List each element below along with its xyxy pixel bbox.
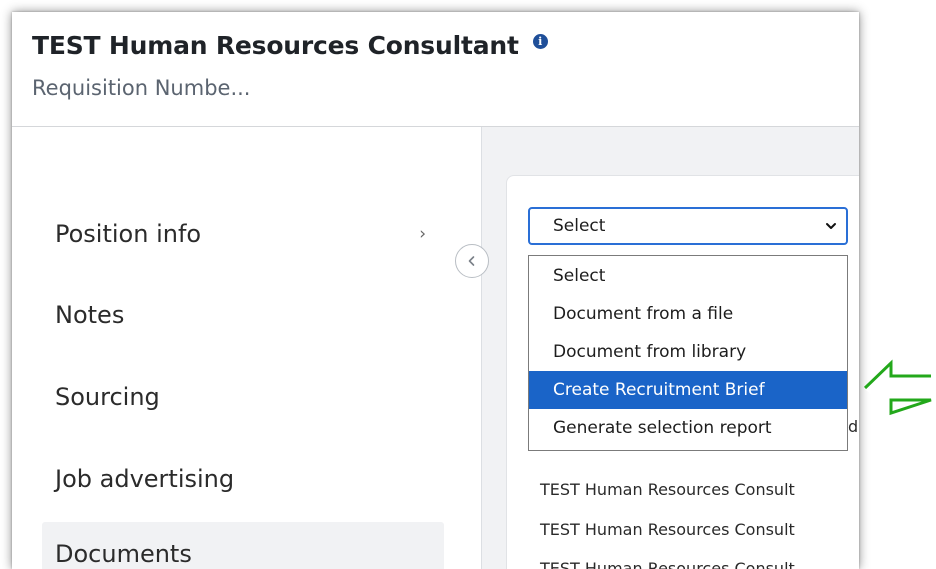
main-panel: Select Select Document from a file Docum… — [482, 127, 859, 569]
document-type-select[interactable]: Select — [528, 207, 848, 245]
document-list-item[interactable]: TEST Human Resources Consult — [540, 520, 795, 539]
collapse-sidebar-button[interactable] — [455, 244, 489, 278]
select-value: Select — [553, 216, 606, 236]
page-header: TEST Human Resources Consultant i Requis… — [12, 12, 859, 127]
sidebar-item-sourcing[interactable]: Sourcing — [42, 365, 444, 429]
page-title: TEST Human Resources Consultant — [32, 31, 519, 60]
option-create-recruitment-brief[interactable]: Create Recruitment Brief — [529, 371, 847, 409]
sidebar-item-documents[interactable]: Documents — [42, 522, 444, 569]
title-row: TEST Human Resources Consultant i — [32, 31, 548, 60]
sidebar: Position info › Notes Sourcing Job adver… — [12, 127, 482, 569]
sidebar-item-label: Sourcing — [55, 383, 160, 411]
requisition-number: Requisition Numbe... — [32, 76, 251, 100]
sidebar-item-label: Documents — [55, 540, 192, 568]
sidebar-item-notes[interactable]: Notes — [42, 283, 444, 347]
option-document-from-library[interactable]: Document from library — [529, 333, 847, 371]
sidebar-item-label: Notes — [55, 301, 125, 329]
green-left-arrow-icon — [863, 359, 932, 416]
chevron-down-icon — [826, 223, 836, 229]
option-generate-selection-report[interactable]: Generate selection report — [529, 409, 847, 447]
sidebar-item-label: Position info — [55, 220, 202, 248]
option-select[interactable]: Select — [529, 257, 847, 295]
obscured-text: d — [848, 417, 859, 436]
sidebar-item-label: Job advertising — [55, 465, 235, 493]
chevron-right-icon: › — [419, 224, 426, 244]
info-icon[interactable]: i — [532, 34, 548, 49]
option-document-from-file[interactable]: Document from a file — [529, 295, 847, 333]
chevron-left-icon — [468, 256, 475, 266]
document-list-item[interactable]: TEST Human Resources Consult — [540, 480, 795, 499]
app-window: TEST Human Resources Consultant i Requis… — [12, 12, 859, 569]
document-type-dropdown: Select Document from a file Document fro… — [528, 255, 848, 451]
sidebar-item-position-info[interactable]: Position info › — [42, 202, 444, 266]
document-list-item[interactable]: TEST Human Resources Consult — [540, 559, 795, 569]
sidebar-item-job-advertising[interactable]: Job advertising — [42, 447, 444, 511]
